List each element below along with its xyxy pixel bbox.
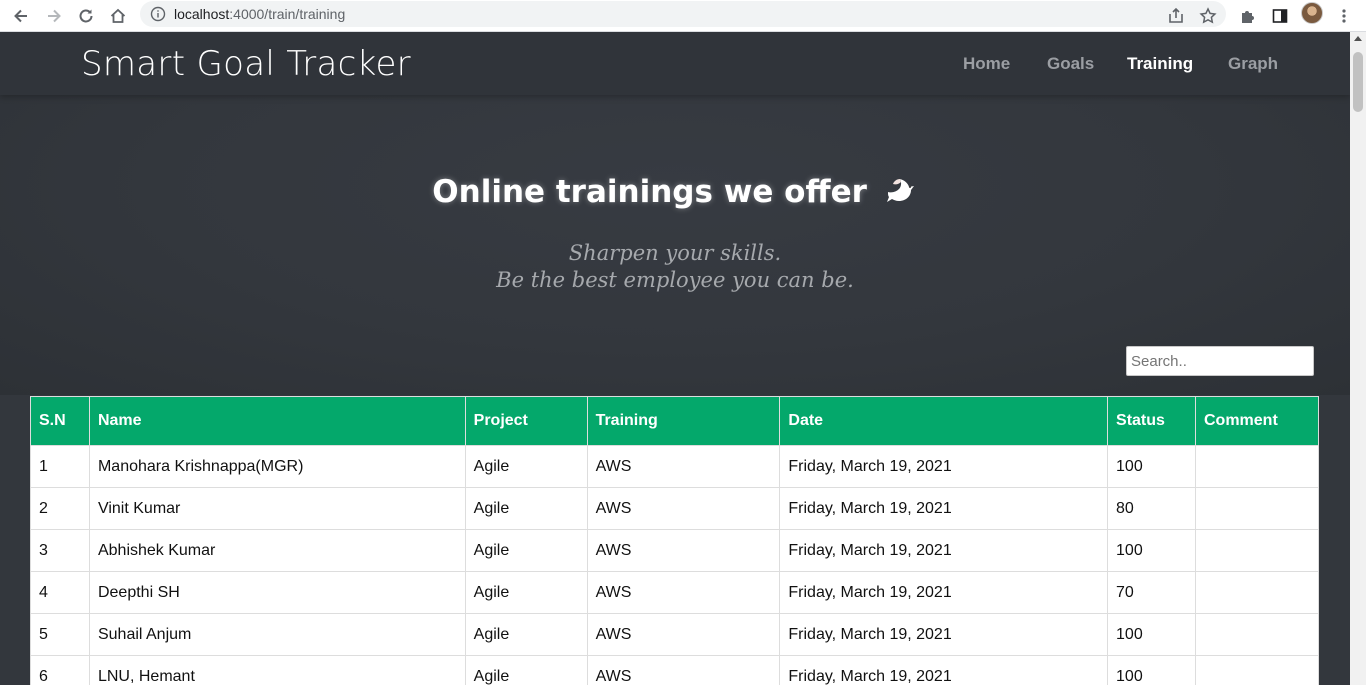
cell-status: 100 <box>1107 445 1196 488</box>
page-title-text: Online trainings we offer <box>432 174 867 210</box>
cell-date: Friday, March 19, 2021 <box>779 613 1109 656</box>
url-text: localhost:4000/train/training <box>174 6 345 22</box>
column-header-training[interactable]: Training <box>586 396 781 446</box>
cell-date: Friday, March 19, 2021 <box>779 571 1109 614</box>
cell-sn: 5 <box>30 613 90 656</box>
subtitle-line-2: Be the best employee you can be. <box>496 268 854 292</box>
site-navbar: Smart Goal Tracker Home Goals Training G… <box>0 32 1350 95</box>
forward-icon[interactable] <box>42 4 66 28</box>
cell-status: 80 <box>1107 487 1196 530</box>
table-row: 1 Manohara Krishnappa(MGR) Agile AWS Fri… <box>30 445 1320 488</box>
column-header-sn[interactable]: S.N <box>30 396 90 446</box>
cell-project: Agile <box>464 487 588 530</box>
cell-status: 70 <box>1107 571 1196 614</box>
cell-name: Abhishek Kumar <box>88 529 466 572</box>
nav-goals[interactable]: Goals <box>1047 54 1094 74</box>
cell-training: AWS <box>586 445 781 488</box>
cell-project: Agile <box>464 571 588 614</box>
column-header-comment[interactable]: Comment <box>1194 396 1320 446</box>
column-header-date[interactable]: Date <box>779 396 1109 446</box>
table-row: 4 Deepthi SH Agile AWS Friday, March 19,… <box>30 571 1320 614</box>
table-row: 2 Vinit Kumar Agile AWS Friday, March 19… <box>30 487 1320 530</box>
cell-name: Manohara Krishnappa(MGR) <box>88 445 466 488</box>
back-icon[interactable] <box>9 4 33 28</box>
cell-comment <box>1194 655 1320 685</box>
cell-status: 100 <box>1107 529 1196 572</box>
cell-comment <box>1194 487 1320 530</box>
training-table: S.N Name Project Training Date Status Co… <box>30 396 1320 685</box>
cell-status: 100 <box>1107 613 1196 656</box>
page: Smart Goal Tracker Home Goals Training G… <box>0 32 1350 685</box>
cell-name: Vinit Kumar <box>88 487 466 530</box>
cell-training: AWS <box>586 571 781 614</box>
cell-comment <box>1194 613 1320 656</box>
home-icon[interactable] <box>106 4 130 28</box>
cell-project: Agile <box>464 655 588 685</box>
extensions-icon[interactable] <box>1236 4 1260 28</box>
cell-training: AWS <box>586 655 781 685</box>
cell-name: Suhail Anjum <box>88 613 466 656</box>
cell-date: Friday, March 19, 2021 <box>779 529 1109 572</box>
share-icon[interactable] <box>1164 4 1188 28</box>
cell-date: Friday, March 19, 2021 <box>779 655 1109 685</box>
cell-sn: 6 <box>30 655 90 685</box>
table-row: 5 Suhail Anjum Agile AWS Friday, March 1… <box>30 613 1320 656</box>
site-info-icon[interactable] <box>150 6 166 22</box>
bookmark-star-icon[interactable] <box>1196 4 1220 28</box>
cell-project: Agile <box>464 445 588 488</box>
column-header-name[interactable]: Name <box>88 396 466 446</box>
scroll-up-arrow-icon[interactable] <box>1354 36 1362 41</box>
cell-project: Agile <box>464 529 588 572</box>
cell-training: AWS <box>586 613 781 656</box>
cell-date: Friday, March 19, 2021 <box>779 445 1109 488</box>
search-input[interactable] <box>1126 346 1314 376</box>
page-title: Online trainings we offer <box>0 174 1350 214</box>
dove-icon <box>884 174 918 214</box>
side-panel-icon[interactable] <box>1268 4 1292 28</box>
cell-comment <box>1194 445 1320 488</box>
nav-training[interactable]: Training <box>1127 54 1193 74</box>
reload-icon[interactable] <box>74 4 98 28</box>
nav-graph[interactable]: Graph <box>1228 54 1278 74</box>
table-row: 6 LNU, Hemant Agile AWS Friday, March 19… <box>30 655 1320 685</box>
nav-home[interactable]: Home <box>963 54 1010 74</box>
url-host: localhost <box>174 6 230 22</box>
cell-sn: 1 <box>30 445 90 488</box>
table-header-row: S.N Name Project Training Date Status Co… <box>30 396 1320 446</box>
subtitle-line-1: Sharpen your skills. <box>568 241 782 265</box>
cell-comment <box>1194 571 1320 614</box>
cell-sn: 2 <box>30 487 90 530</box>
cell-name: LNU, Hemant <box>88 655 466 685</box>
cell-training: AWS <box>586 529 781 572</box>
url-path: :4000/train/training <box>229 6 346 22</box>
brand-title[interactable]: Smart Goal Tracker <box>81 44 411 84</box>
scrollbar-thumb[interactable] <box>1353 52 1363 112</box>
column-header-status[interactable]: Status <box>1107 396 1196 446</box>
cell-status: 100 <box>1107 655 1196 685</box>
profile-avatar[interactable] <box>1301 2 1323 24</box>
browser-toolbar: localhost:4000/train/training <box>0 0 1366 32</box>
more-menu-icon[interactable] <box>1332 4 1356 28</box>
column-header-project[interactable]: Project <box>464 396 588 446</box>
cell-sn: 3 <box>30 529 90 572</box>
table-row: 3 Abhishek Kumar Agile AWS Friday, March… <box>30 529 1320 572</box>
cell-name: Deepthi SH <box>88 571 466 614</box>
cell-sn: 4 <box>30 571 90 614</box>
cell-date: Friday, March 19, 2021 <box>779 487 1109 530</box>
page-scrollbar[interactable] <box>1350 32 1366 685</box>
cell-project: Agile <box>464 613 588 656</box>
cell-training: AWS <box>586 487 781 530</box>
cell-comment <box>1194 529 1320 572</box>
address-bar[interactable]: localhost:4000/train/training <box>140 1 1226 27</box>
